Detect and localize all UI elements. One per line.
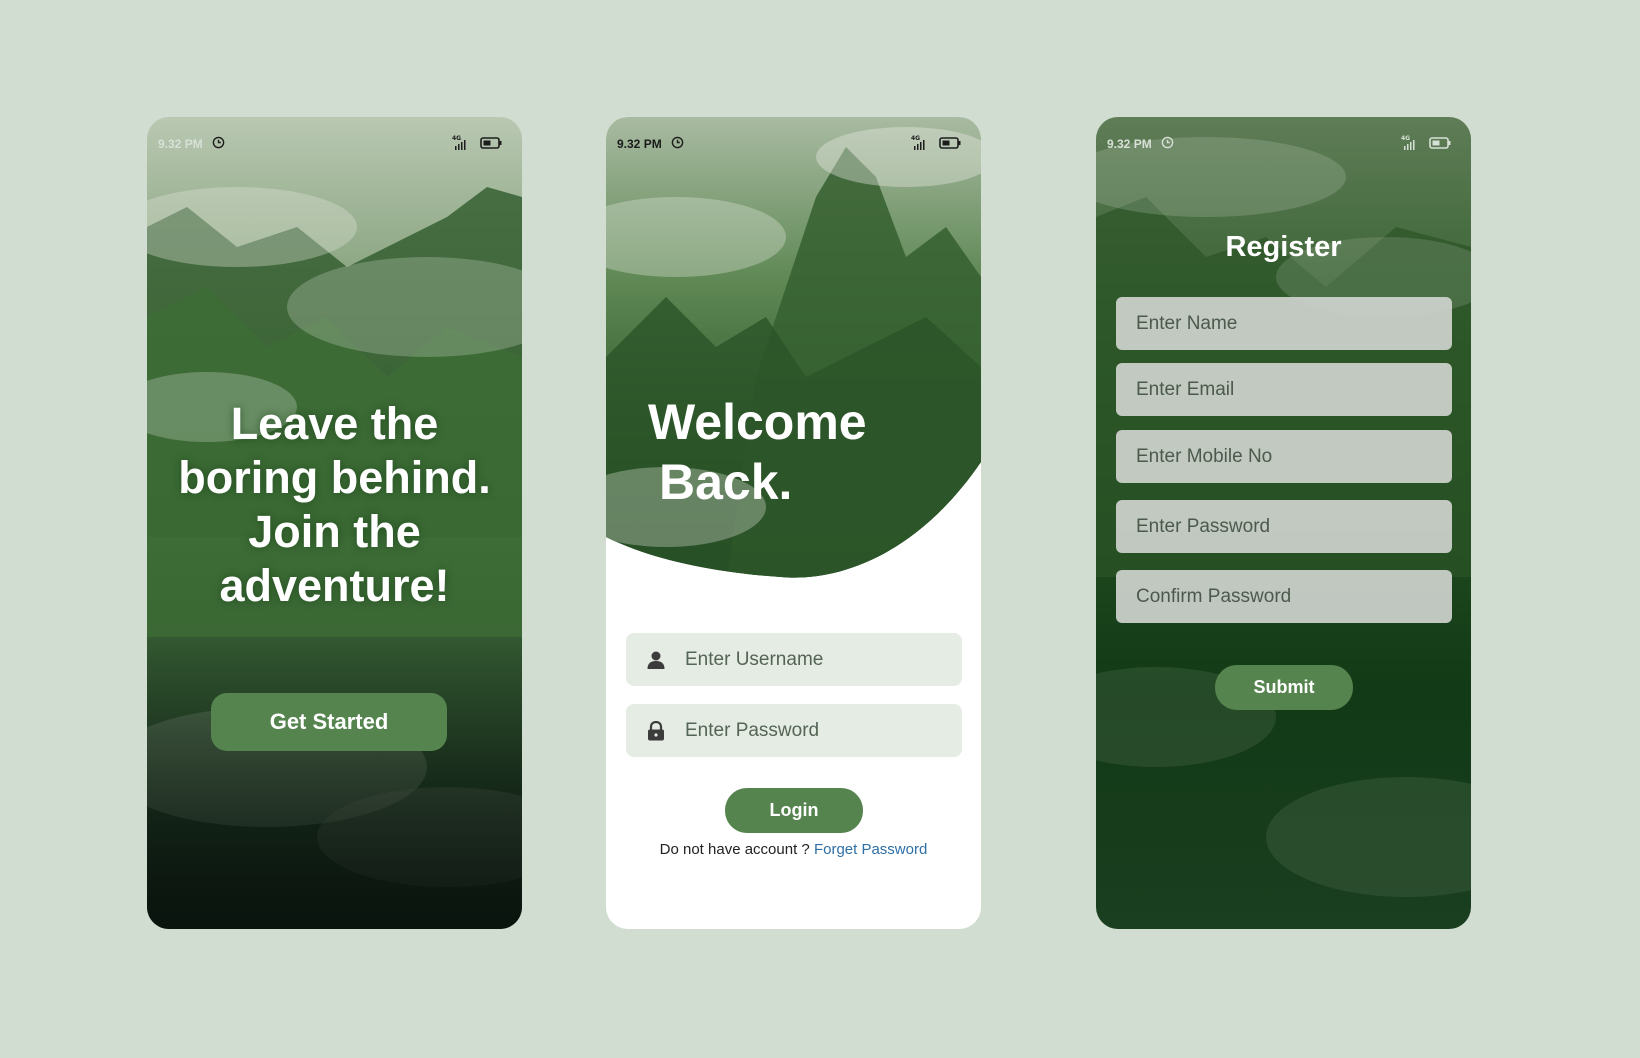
email-field[interactable] <box>1116 363 1452 416</box>
signal-4g-icon: 4G <box>452 135 468 154</box>
status-time: 9.32 PM <box>617 137 662 151</box>
mobile-input[interactable] <box>1134 444 1438 469</box>
welcome-headline: Welcome Back. <box>648 392 867 512</box>
password-input[interactable] <box>683 718 957 743</box>
status-time: 9.32 PM <box>1107 137 1152 151</box>
confirm-password-input[interactable] <box>1134 584 1438 609</box>
battery-icon <box>1429 136 1451 152</box>
user-icon <box>644 650 668 670</box>
password-field[interactable] <box>1116 500 1452 553</box>
splash-headline-line: adventure! <box>219 560 450 611</box>
lock-icon <box>644 720 668 741</box>
confirm-password-field[interactable] <box>1116 570 1452 623</box>
clock-icon <box>212 136 225 152</box>
signal-4g-icon: 4G <box>1401 135 1417 154</box>
no-account-text: Do not have account ? <box>659 841 810 858</box>
register-title: Register <box>1225 231 1342 263</box>
clock-icon <box>671 136 684 152</box>
name-field[interactable] <box>1116 297 1452 350</box>
svg-text:4G: 4G <box>452 135 461 142</box>
get-started-button[interactable]: Get Started <box>211 693 447 751</box>
name-input[interactable] <box>1134 311 1438 336</box>
status-bar: 9.32 PM 4G <box>617 135 961 153</box>
signal-4g-icon: 4G <box>911 135 927 154</box>
splash-screen: 9.32 PM 4G Leave the boring behind. Join… <box>147 117 522 929</box>
welcome-headline-line2: Back. <box>659 454 793 510</box>
register-password-input[interactable] <box>1134 514 1438 539</box>
splash-headline: Leave the boring behind. Join the advent… <box>147 397 522 613</box>
username-input[interactable] <box>683 647 957 672</box>
login-screen: 9.32 PM 4G Welcome Back. Login <box>606 117 981 929</box>
mobile-field[interactable] <box>1116 430 1452 483</box>
battery-icon <box>939 136 961 152</box>
forget-password-link[interactable]: Forget Password <box>814 841 927 858</box>
status-time: 9.32 PM <box>158 137 203 151</box>
login-button[interactable]: Login <box>725 788 863 833</box>
mountain-header-image <box>606 117 981 582</box>
battery-icon <box>480 136 502 152</box>
status-bar: 9.32 PM 4G <box>1107 135 1451 153</box>
username-field[interactable] <box>626 633 962 686</box>
register-screen: 9.32 PM 4G Register Submit <box>1096 117 1471 929</box>
status-bar: 9.32 PM 4G <box>158 135 502 153</box>
clock-icon <box>1161 136 1174 152</box>
welcome-headline-line1: Welcome <box>648 394 867 450</box>
splash-headline-line: Leave the <box>230 398 439 449</box>
splash-headline-line: boring behind. <box>178 452 491 503</box>
login-footer: Do not have account ? Forget Password <box>606 841 981 858</box>
submit-button[interactable]: Submit <box>1215 665 1353 710</box>
password-field[interactable] <box>626 704 962 757</box>
svg-text:4G: 4G <box>1401 135 1410 142</box>
email-input[interactable] <box>1134 377 1438 402</box>
svg-text:4G: 4G <box>911 135 920 142</box>
splash-headline-line: Join the <box>248 506 421 557</box>
